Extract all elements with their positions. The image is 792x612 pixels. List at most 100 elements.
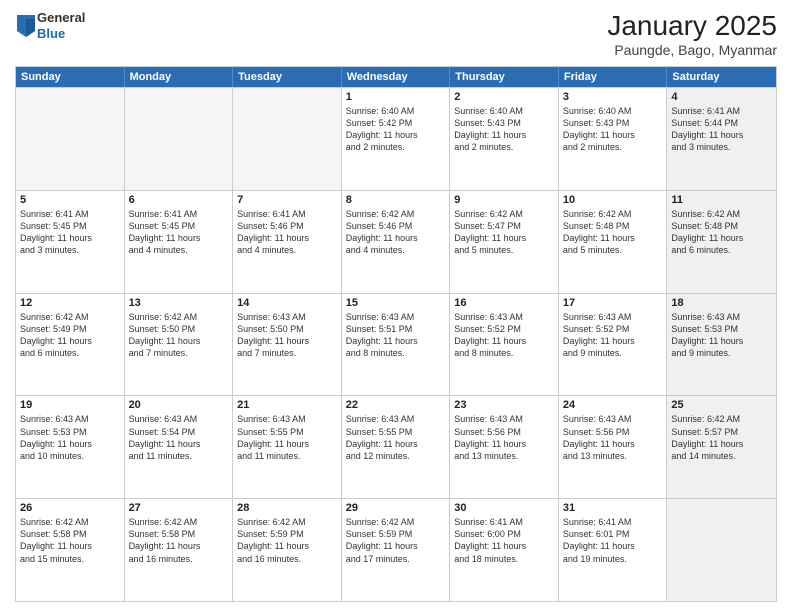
day-number: 19	[20, 399, 120, 411]
day-number: 29	[346, 502, 446, 514]
calendar-cell: 11Sunrise: 6:42 AM Sunset: 5:48 PM Dayli…	[667, 191, 776, 293]
cell-info: Sunrise: 6:41 AM Sunset: 5:46 PM Dayligh…	[237, 208, 337, 257]
calendar-cell: 7 Sunrise: 6:41 AM Sunset: 5:46 PM Daylig…	[233, 191, 342, 293]
page: General Blue January 2025 Paungde, Bago,…	[0, 0, 792, 612]
cell-info: Sunrise: 6:42 AM Sunset: 5:49 PM Dayligh…	[20, 311, 120, 360]
cell-info: Sunrise: 6:41 AM Sunset: 5:45 PM Dayligh…	[129, 208, 229, 257]
calendar-cell: 14 Sunrise: 6:43 AM Sunset: 5:50 PM Dayli…	[233, 294, 342, 396]
day-number: 30	[454, 502, 554, 514]
calendar-cell: 24 Sunrise: 6:43 AM Sunset: 5:56 PM Dayli…	[559, 396, 668, 498]
calendar-cell: 29Sunrise: 6:42 AM Sunset: 5:59 PM Dayli…	[342, 499, 451, 601]
calendar-cell	[667, 499, 776, 601]
calendar-cell	[233, 88, 342, 190]
day-number: 24	[563, 399, 663, 411]
cell-info: Sunrise: 6:43 AM Sunset: 5:50 PM Dayligh…	[237, 311, 337, 360]
calendar-cell: 25 Sunrise: 6:42 AM Sunset: 5:57 PM Dayli…	[667, 396, 776, 498]
cell-info: Sunrise: 6:42 AM Sunset: 5:58 PM Dayligh…	[129, 516, 229, 565]
cell-info: Sunrise: 6:40 AM Sunset: 5:43 PM Dayligh…	[563, 105, 663, 154]
calendar-cell: 20 Sunrise: 6:43 AM Sunset: 5:54 PM Dayli…	[125, 396, 234, 498]
logo: General Blue	[15, 10, 85, 41]
cell-info: Sunrise: 6:43 AM Sunset: 5:52 PM Dayligh…	[563, 311, 663, 360]
day-number: 2	[454, 91, 554, 103]
calendar-cell: 9Sunrise: 6:42 AM Sunset: 5:47 PM Daylig…	[450, 191, 559, 293]
cell-info: Sunrise: 6:42 AM Sunset: 5:50 PM Dayligh…	[129, 311, 229, 360]
day-number: 31	[563, 502, 663, 514]
day-number: 27	[129, 502, 229, 514]
calendar-row: 5 Sunrise: 6:41 AM Sunset: 5:45 PM Daylig…	[16, 190, 776, 293]
calendar-row: 1 Sunrise: 6:40 AM Sunset: 5:42 PM Daylig…	[16, 87, 776, 190]
cell-info: Sunrise: 6:41 AM Sunset: 5:45 PM Dayligh…	[20, 208, 120, 257]
calendar-cell: 16Sunrise: 6:43 AM Sunset: 5:52 PM Dayli…	[450, 294, 559, 396]
weekday-header: Monday	[125, 67, 234, 87]
day-number: 22	[346, 399, 446, 411]
cell-info: Sunrise: 6:43 AM Sunset: 5:56 PM Dayligh…	[563, 413, 663, 462]
calendar-cell	[16, 88, 125, 190]
cell-info: Sunrise: 6:40 AM Sunset: 5:42 PM Dayligh…	[346, 105, 446, 154]
calendar-cell: 10Sunrise: 6:42 AM Sunset: 5:48 PM Dayli…	[559, 191, 668, 293]
day-number: 8	[346, 194, 446, 206]
calendar-body: 1 Sunrise: 6:40 AM Sunset: 5:42 PM Daylig…	[16, 87, 776, 601]
cell-info: Sunrise: 6:40 AM Sunset: 5:43 PM Dayligh…	[454, 105, 554, 154]
cell-info: Sunrise: 6:43 AM Sunset: 5:53 PM Dayligh…	[671, 311, 772, 360]
calendar-cell: 2 Sunrise: 6:40 AM Sunset: 5:43 PM Daylig…	[450, 88, 559, 190]
calendar-row: 12Sunrise: 6:42 AM Sunset: 5:49 PM Dayli…	[16, 293, 776, 396]
cell-info: Sunrise: 6:41 AM Sunset: 6:00 PM Dayligh…	[454, 516, 554, 565]
title-block: January 2025 Paungde, Bago, Myanmar	[607, 10, 777, 58]
day-number: 21	[237, 399, 337, 411]
logo-blue: Blue	[37, 26, 85, 42]
cell-info: Sunrise: 6:42 AM Sunset: 5:46 PM Dayligh…	[346, 208, 446, 257]
cell-info: Sunrise: 6:41 AM Sunset: 6:01 PM Dayligh…	[563, 516, 663, 565]
calendar-cell: 31 Sunrise: 6:41 AM Sunset: 6:01 PM Dayli…	[559, 499, 668, 601]
page-title: January 2025	[607, 10, 777, 42]
calendar-cell: 5 Sunrise: 6:41 AM Sunset: 5:45 PM Daylig…	[16, 191, 125, 293]
cell-info: Sunrise: 6:43 AM Sunset: 5:51 PM Dayligh…	[346, 311, 446, 360]
calendar-row: 19Sunrise: 6:43 AM Sunset: 5:53 PM Dayli…	[16, 395, 776, 498]
cell-info: Sunrise: 6:42 AM Sunset: 5:48 PM Dayligh…	[563, 208, 663, 257]
calendar-cell: 19Sunrise: 6:43 AM Sunset: 5:53 PM Dayli…	[16, 396, 125, 498]
calendar-cell: 6 Sunrise: 6:41 AM Sunset: 5:45 PM Daylig…	[125, 191, 234, 293]
day-number: 13	[129, 297, 229, 309]
day-number: 14	[237, 297, 337, 309]
day-number: 17	[563, 297, 663, 309]
header: General Blue January 2025 Paungde, Bago,…	[15, 10, 777, 58]
weekday-header: Thursday	[450, 67, 559, 87]
calendar-header: SundayMondayTuesdayWednesdayThursdayFrid…	[16, 67, 776, 87]
calendar-cell: 8 Sunrise: 6:42 AM Sunset: 5:46 PM Daylig…	[342, 191, 451, 293]
calendar-cell: 23Sunrise: 6:43 AM Sunset: 5:56 PM Dayli…	[450, 396, 559, 498]
calendar-cell: 21 Sunrise: 6:43 AM Sunset: 5:55 PM Dayli…	[233, 396, 342, 498]
day-number: 7	[237, 194, 337, 206]
calendar-cell: 12Sunrise: 6:42 AM Sunset: 5:49 PM Dayli…	[16, 294, 125, 396]
day-number: 28	[237, 502, 337, 514]
weekday-header: Tuesday	[233, 67, 342, 87]
cell-info: Sunrise: 6:43 AM Sunset: 5:55 PM Dayligh…	[237, 413, 337, 462]
day-number: 9	[454, 194, 554, 206]
day-number: 4	[671, 91, 772, 103]
calendar: SundayMondayTuesdayWednesdayThursdayFrid…	[15, 66, 777, 602]
cell-info: Sunrise: 6:42 AM Sunset: 5:59 PM Dayligh…	[237, 516, 337, 565]
calendar-cell: 13 Sunrise: 6:42 AM Sunset: 5:50 PM Dayli…	[125, 294, 234, 396]
day-number: 6	[129, 194, 229, 206]
cell-info: Sunrise: 6:43 AM Sunset: 5:55 PM Dayligh…	[346, 413, 446, 462]
day-number: 1	[346, 91, 446, 103]
logo-general: General	[37, 10, 85, 26]
weekday-header: Friday	[559, 67, 668, 87]
page-subtitle: Paungde, Bago, Myanmar	[607, 42, 777, 58]
day-number: 26	[20, 502, 120, 514]
cell-info: Sunrise: 6:41 AM Sunset: 5:44 PM Dayligh…	[671, 105, 772, 154]
weekday-header: Wednesday	[342, 67, 451, 87]
day-number: 5	[20, 194, 120, 206]
weekday-header: Saturday	[667, 67, 776, 87]
calendar-cell: 22 Sunrise: 6:43 AM Sunset: 5:55 PM Dayli…	[342, 396, 451, 498]
logo-icon	[17, 15, 35, 37]
cell-info: Sunrise: 6:42 AM Sunset: 5:57 PM Dayligh…	[671, 413, 772, 462]
day-number: 25	[671, 399, 772, 411]
cell-info: Sunrise: 6:43 AM Sunset: 5:54 PM Dayligh…	[129, 413, 229, 462]
calendar-cell: 17 Sunrise: 6:43 AM Sunset: 5:52 PM Dayli…	[559, 294, 668, 396]
cell-info: Sunrise: 6:43 AM Sunset: 5:52 PM Dayligh…	[454, 311, 554, 360]
day-number: 20	[129, 399, 229, 411]
day-number: 18	[671, 297, 772, 309]
calendar-cell: 15Sunrise: 6:43 AM Sunset: 5:51 PM Dayli…	[342, 294, 451, 396]
day-number: 11	[671, 194, 772, 206]
calendar-cell: 3Sunrise: 6:40 AM Sunset: 5:43 PM Daylig…	[559, 88, 668, 190]
logo-text: General Blue	[37, 10, 85, 41]
